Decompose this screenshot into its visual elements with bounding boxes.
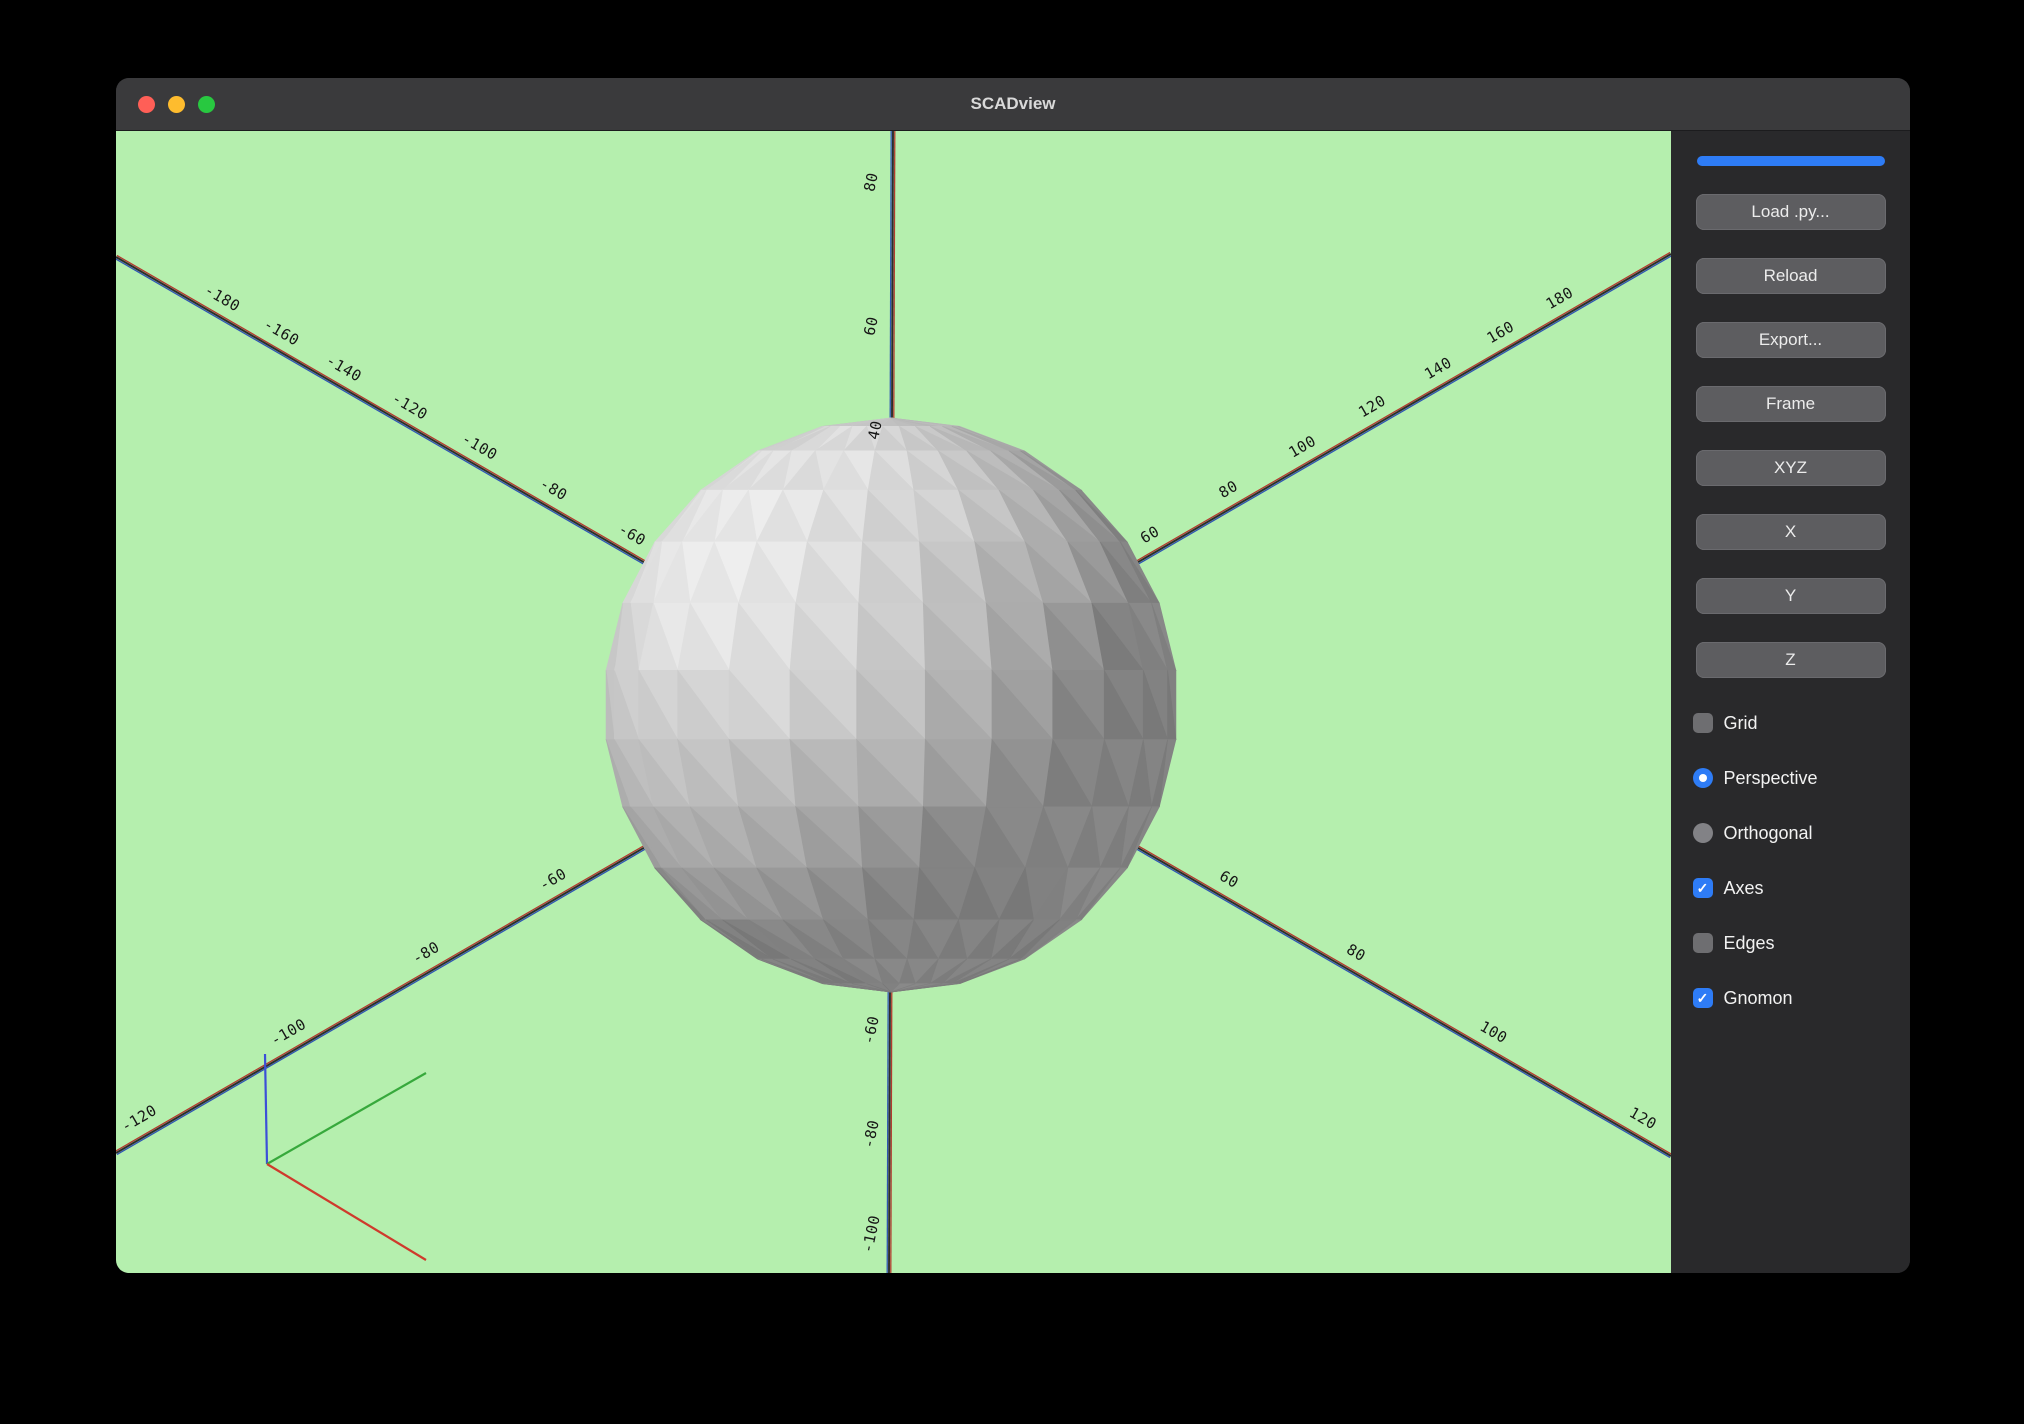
sphere-mesh [605, 417, 1177, 993]
reload-button[interactable]: Reload [1695, 258, 1886, 294]
toggle-gnomon[interactable]: ✓ Gnomon [1692, 984, 1889, 1012]
axis-tick-label: 80 [860, 171, 882, 193]
x-button[interactable]: X [1695, 514, 1886, 550]
axis-tick-label: 60 [860, 315, 882, 337]
gnomon-checkbox[interactable]: ✓ [1692, 988, 1713, 1008]
edges-checkbox[interactable] [1692, 933, 1713, 953]
close-button[interactable] [138, 95, 155, 113]
grid-checkbox[interactable] [1692, 713, 1713, 733]
axis-tick-label: -60 [615, 520, 649, 550]
axis-tick-label: 140 [1421, 353, 1455, 383]
axis-tick-label: 120 [1355, 391, 1389, 421]
axis-tick-label: 60 [1137, 522, 1163, 547]
toggle-label: Grid [1723, 712, 1758, 733]
viewport-3d[interactable]: -180-160-140-120-100-80-60406080100120-1… [116, 131, 1671, 1273]
axis-tick-label: -80 [859, 1118, 883, 1150]
frame-button[interactable]: Frame [1695, 386, 1886, 422]
gnomon-x-axis [266, 1163, 427, 1261]
axis-tick-label: 120 [1626, 1103, 1660, 1133]
axis-tick-label: -80 [537, 474, 571, 504]
export-button[interactable]: Export... [1695, 322, 1886, 358]
traffic-lights [138, 78, 215, 130]
axis-tick-label: -80 [409, 938, 443, 968]
xyz-button[interactable]: XYZ [1695, 450, 1886, 486]
toggle-label: Axes [1723, 877, 1764, 898]
minimize-button[interactable] [168, 95, 185, 113]
toggle-axes[interactable]: ✓ Axes [1692, 874, 1889, 902]
axis-tick-label: -60 [859, 1014, 883, 1046]
zoom-button[interactable] [198, 95, 215, 113]
toggle-edges[interactable]: Edges [1692, 929, 1889, 957]
window-content: -180-160-140-120-100-80-60406080100120-1… [116, 131, 1910, 1273]
axis-tick-label: 80 [1216, 477, 1242, 502]
title-bar[interactable]: SCADview [116, 78, 1910, 131]
toggle-orthogonal[interactable]: Orthogonal [1692, 819, 1889, 847]
axis-tick-label: 100 [1477, 1017, 1511, 1047]
scadview-window: SCADview -180-160-140-120-100-80-6040608… [116, 78, 1910, 1273]
window-title: SCADview [970, 94, 1056, 113]
axes-checkbox[interactable]: ✓ [1692, 878, 1713, 898]
toggle-label: Edges [1723, 932, 1775, 953]
toggle-label: Gnomon [1723, 987, 1793, 1008]
axis-tick-label: 100 [1286, 432, 1320, 462]
gnomon-triad [263, 1053, 427, 1261]
axis-tick-label: 160 [1484, 317, 1518, 347]
load-py-button[interactable]: Load .py... [1695, 194, 1886, 230]
axis-tick-label: -100 [858, 1213, 884, 1254]
scene-canvas[interactable]: -180-160-140-120-100-80-60406080100120-1… [116, 131, 1671, 1273]
gnomon-z-axis [263, 1053, 269, 1165]
toggle-grid[interactable]: Grid [1692, 709, 1889, 737]
axis-tick-label: 60 [1216, 867, 1242, 892]
axis-tick-label: 80 [1343, 940, 1369, 965]
control-sidebar: Load .py... Reload Export... Frame XYZ X… [1671, 131, 1910, 1273]
y-button[interactable]: Y [1695, 578, 1886, 614]
axis-tick-label: 180 [1543, 283, 1577, 313]
toggle-list: Grid Perspective Orthogonal ✓ Axes Edges [1692, 709, 1889, 1039]
axis-tick-label: -60 [536, 864, 570, 894]
toggle-perspective[interactable]: Perspective [1692, 764, 1889, 792]
z-button[interactable]: Z [1695, 642, 1886, 678]
progress-bar [1696, 156, 1885, 166]
orthogonal-radio[interactable] [1692, 823, 1713, 843]
perspective-radio[interactable] [1692, 768, 1713, 788]
gnomon-y-axis [266, 1072, 427, 1165]
toggle-label: Orthogonal [1723, 822, 1813, 843]
toggle-label: Perspective [1723, 767, 1818, 788]
